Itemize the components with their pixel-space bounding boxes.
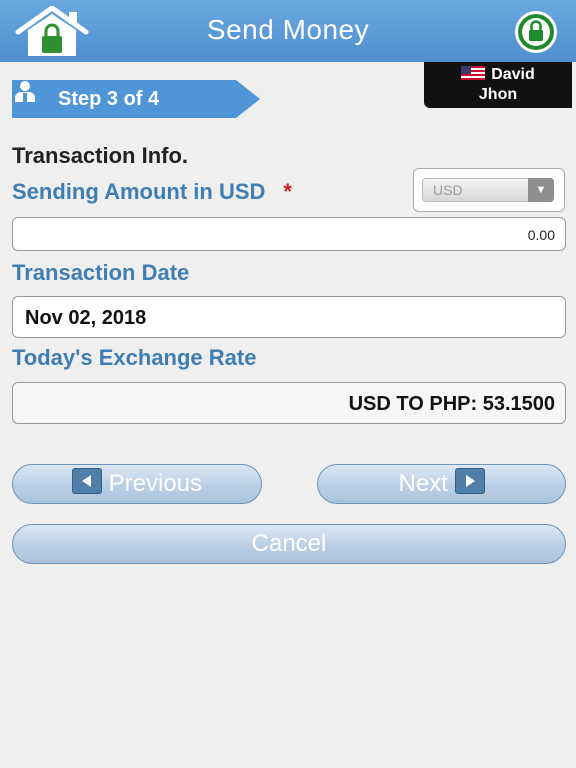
required-marker: * <box>283 179 292 204</box>
user-step-icon <box>15 81 35 102</box>
user-badge: David Jhon <box>424 62 572 108</box>
section-title: Transaction Info. <box>12 143 189 168</box>
currency-select[interactable]: USD ▼ <box>413 168 565 212</box>
lock-button[interactable] <box>514 10 558 54</box>
lock-icon <box>515 11 557 53</box>
previous-label: Previous <box>108 470 203 497</box>
date-label: Transaction Date <box>12 260 190 285</box>
step-label: Step 3 of 4 <box>58 88 160 110</box>
chevron-down-icon: ▼ <box>528 178 554 202</box>
rate-label: Today's Exchange Rate <box>12 345 257 370</box>
currency-select-inner: USD ▼ <box>422 178 554 202</box>
cancel-button[interactable]: Cancel <box>12 524 566 564</box>
user-first-name: David <box>491 66 535 83</box>
next-button[interactable]: Next <box>317 464 566 504</box>
amount-label-text: Sending Amount in USD <box>12 179 266 204</box>
app-header: Send Money <box>0 0 576 62</box>
next-label: Next <box>398 470 448 497</box>
cancel-label: Cancel <box>251 530 327 557</box>
arrow-right-icon <box>454 468 485 494</box>
step-indicator: Step 3 of 4 <box>12 80 262 118</box>
exchange-rate-field: USD TO PHP: 53.1500 <box>12 382 566 424</box>
currency-value: USD <box>433 182 463 198</box>
amount-input[interactable]: 0.00 <box>12 217 566 251</box>
us-flag-icon <box>461 66 486 80</box>
page-title: Send Money <box>206 14 370 45</box>
previous-button[interactable]: Previous <box>12 464 262 504</box>
date-input[interactable]: Nov 02, 2018 <box>12 296 566 338</box>
user-last-name: Jhon <box>478 86 518 103</box>
amount-label: Sending Amount in USD * <box>12 179 292 205</box>
arrow-left-icon <box>71 468 102 494</box>
